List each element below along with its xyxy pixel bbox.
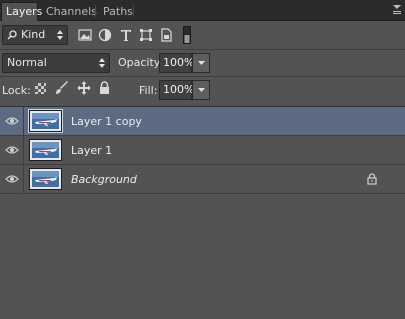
tab-paths[interactable]: Paths — [99, 3, 137, 21]
eye-icon — [5, 117, 19, 125]
tab-channels[interactable]: Channels — [42, 3, 101, 21]
visibility-toggle[interactable] — [0, 107, 24, 135]
updown-arrows-icon — [99, 58, 105, 68]
blend-mode-dropdown[interactable]: Normal — [2, 53, 110, 73]
tab-layers[interactable]: Layers — [1, 2, 42, 22]
eye-icon — [5, 175, 19, 183]
layer-thumbnail — [28, 109, 63, 133]
layer-row[interactable]: Background — [0, 165, 405, 194]
airplane-thumbnail-image — [32, 113, 59, 129]
pixel-filter-icon[interactable] — [78, 28, 92, 42]
layer-row[interactable]: Layer 1 — [0, 136, 405, 165]
opacity-label: Opacity: — [118, 56, 164, 69]
layer-name[interactable]: Layer 1 — [71, 144, 112, 157]
type-filter-icon[interactable] — [119, 28, 133, 42]
layer-name[interactable]: Background — [71, 173, 137, 186]
visibility-toggle[interactable] — [0, 136, 24, 164]
layers-panel: Kind Normal Opacity: 100% Lock: Fill: 10… — [0, 21, 405, 319]
panel-menu-icon[interactable] — [392, 3, 402, 15]
search-icon — [7, 30, 17, 40]
layers-list: Layer 1 copy Layer 1 Background — [0, 106, 405, 319]
eye-icon — [5, 146, 19, 154]
opacity-dropdown-button[interactable] — [192, 53, 210, 73]
updown-arrows-icon — [57, 30, 63, 40]
blend-mode-value: Normal — [7, 56, 47, 69]
layer-thumbnail — [29, 168, 62, 190]
filter-toggle-icon[interactable] — [183, 26, 191, 44]
smart-object-filter-icon[interactable] — [159, 28, 173, 42]
opacity-field[interactable]: 100% — [159, 53, 194, 73]
lock-position-icon[interactable] — [77, 81, 91, 95]
lock-pixels-icon[interactable] — [55, 81, 69, 95]
layer-thumbnail — [29, 139, 62, 161]
adjustment-filter-icon[interactable] — [98, 28, 112, 42]
fill-label: Fill: — [139, 84, 158, 97]
divider — [0, 76, 405, 77]
shape-filter-icon[interactable] — [139, 28, 153, 42]
airplane-thumbnail-image — [32, 142, 59, 158]
panel-tab-bar: Layers Channels Paths — [0, 0, 405, 22]
filter-kind-dropdown[interactable]: Kind — [2, 25, 68, 45]
fill-dropdown-button[interactable] — [192, 80, 210, 100]
chevron-down-icon — [198, 61, 205, 65]
tab-separator — [95, 5, 96, 17]
fill-field[interactable]: 100% — [159, 80, 194, 100]
tab-separator — [133, 5, 134, 17]
layer-row[interactable]: Layer 1 copy — [0, 107, 405, 136]
layer-name[interactable]: Layer 1 copy — [71, 115, 142, 128]
lock-all-icon[interactable] — [99, 81, 110, 95]
divider — [0, 49, 405, 50]
airplane-thumbnail-image — [32, 171, 59, 187]
lock-transparent-icon[interactable] — [35, 83, 46, 94]
visibility-toggle[interactable] — [0, 165, 24, 193]
filter-kind-label: Kind — [21, 28, 46, 41]
lock-label: Lock: — [2, 84, 31, 97]
chevron-down-icon — [198, 88, 205, 92]
layer-lock-icon — [367, 173, 377, 185]
